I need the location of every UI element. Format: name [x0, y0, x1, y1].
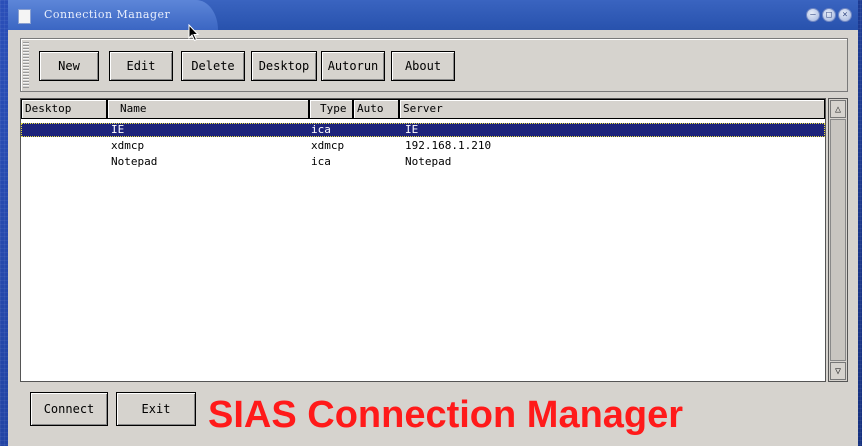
scroll-track[interactable]: [830, 119, 846, 361]
edit-button[interactable]: Edit: [109, 51, 173, 81]
maximize-icon[interactable]: □: [822, 8, 836, 22]
table-row[interactable]: IE ica IE: [21, 123, 825, 137]
window-title: Connection Manager: [44, 8, 171, 21]
cell-type: ica: [311, 123, 331, 136]
connection-manager-window: Connection Manager – □ × New Edit Delete…: [8, 0, 858, 446]
column-header-desktop[interactable]: Desktop: [21, 99, 107, 119]
toolbar-grip-handle[interactable]: [23, 42, 29, 88]
cell-type: ica: [311, 155, 331, 168]
cell-name: IE: [111, 123, 125, 136]
connect-button[interactable]: Connect: [30, 392, 108, 426]
cell-name: Notepad: [111, 155, 158, 168]
table-row[interactable]: xdmcp xdmcp 192.168.1.210: [21, 139, 825, 153]
cell-server: Notepad: [405, 155, 452, 168]
vertical-scrollbar[interactable]: △ ▽: [828, 98, 848, 382]
cell-server: IE: [405, 123, 419, 136]
autorun-button[interactable]: Autorun: [321, 51, 385, 81]
cell-name: xdmcp: [111, 139, 145, 152]
column-header-auto[interactable]: Auto: [353, 99, 399, 119]
about-button[interactable]: About: [391, 51, 455, 81]
close-icon[interactable]: ×: [838, 8, 852, 22]
cell-type: xdmcp: [311, 139, 345, 152]
table-row[interactable]: Notepad ica Notepad: [21, 155, 825, 169]
cell-server: 192.168.1.210: [405, 139, 492, 152]
delete-button[interactable]: Delete: [181, 51, 245, 81]
title-bar[interactable]: Connection Manager – □ ×: [8, 0, 858, 30]
cursor-icon: [188, 24, 200, 42]
scroll-up-icon[interactable]: △: [830, 100, 846, 118]
window-icon: [18, 9, 31, 24]
connection-list[interactable]: Desktop Name Type Auto Server IE ica IE …: [20, 98, 826, 382]
title-tab[interactable]: Connection Manager: [8, 0, 218, 30]
column-header-name[interactable]: Name: [107, 99, 309, 119]
exit-button[interactable]: Exit: [116, 392, 196, 426]
overlay-banner-text: SIAS Connection Manager: [208, 394, 684, 436]
desktop-button[interactable]: Desktop: [251, 51, 317, 81]
minimize-icon[interactable]: –: [806, 8, 820, 22]
new-button[interactable]: New: [39, 51, 99, 81]
toolbar: New Edit Delete Desktop Autorun About: [20, 38, 848, 92]
scroll-down-icon[interactable]: ▽: [830, 362, 846, 380]
column-header-server[interactable]: Server: [399, 99, 825, 119]
column-header-type[interactable]: Type: [309, 99, 353, 119]
